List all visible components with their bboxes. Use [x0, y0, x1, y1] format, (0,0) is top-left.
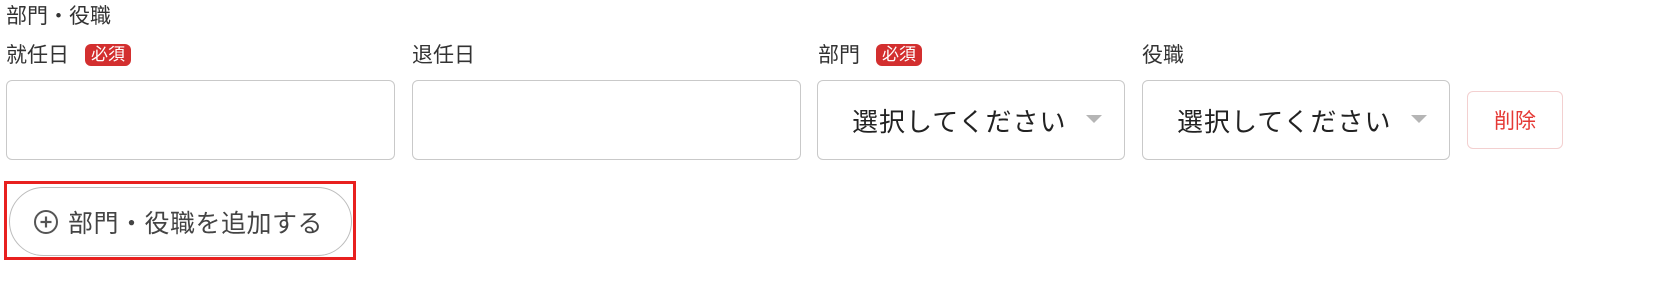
- position-label: 役職: [1142, 41, 1184, 69]
- position-select-value: 選択してください: [1177, 107, 1392, 138]
- delete-button[interactable]: 削除: [1467, 91, 1563, 149]
- start-date-input[interactable]: [6, 80, 395, 160]
- start-date-label-text: 就任日: [6, 43, 69, 67]
- department-select[interactable]: 選択してください: [817, 80, 1125, 160]
- end-date-label-text: 退任日: [412, 43, 475, 67]
- position-label-text: 役職: [1142, 43, 1184, 67]
- department-label-text: 部門: [818, 43, 860, 67]
- caret-down-icon: [1411, 115, 1427, 123]
- required-badge: 必須: [876, 44, 922, 66]
- plus-circle-icon: [33, 209, 59, 235]
- department-select-value: 選択してください: [852, 107, 1067, 138]
- start-date-label: 就任日 必須: [6, 41, 131, 69]
- required-badge: 必須: [85, 44, 131, 66]
- position-select[interactable]: 選択してください: [1142, 80, 1450, 160]
- end-date-input[interactable]: [412, 80, 801, 160]
- end-date-label: 退任日: [412, 41, 475, 69]
- caret-down-icon: [1086, 115, 1102, 123]
- section-title: 部門・役職: [6, 4, 111, 28]
- add-department-position-button[interactable]: 部門・役職を追加する: [9, 187, 352, 256]
- department-label: 部門 必須: [818, 41, 922, 69]
- add-button-label: 部門・役職を追加する: [68, 208, 324, 238]
